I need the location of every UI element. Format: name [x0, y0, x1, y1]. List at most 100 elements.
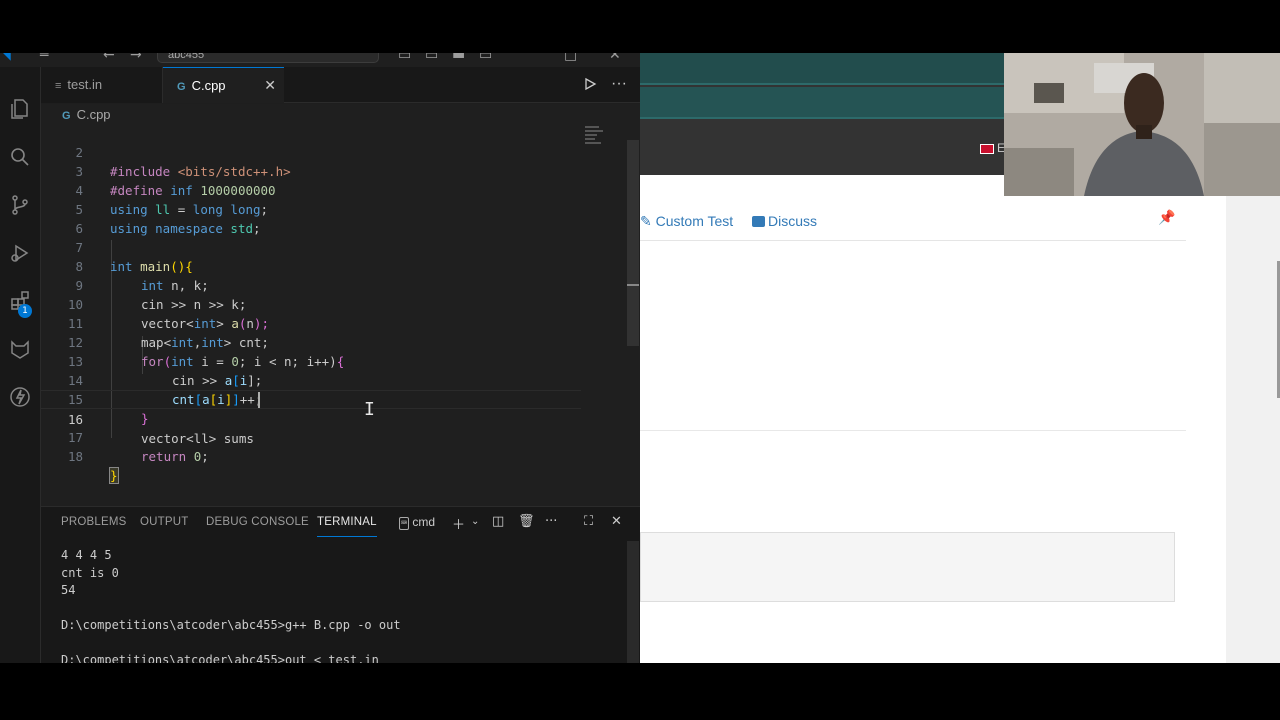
- cpp-file-icon: G: [62, 110, 71, 122]
- nav-label: Discuss: [768, 213, 818, 229]
- minimap[interactable]: [585, 126, 625, 152]
- code-line: 5 using namespace std;: [41, 181, 581, 236]
- chevron-down-icon[interactable]: ⌄: [471, 516, 479, 527]
- code-line: 8 int n, k;: [41, 238, 581, 293]
- code-line: 4 using ll = long long;: [41, 162, 581, 217]
- divider: [640, 240, 1186, 241]
- wrench-icon: ✎: [640, 213, 652, 229]
- lightning-icon[interactable]: [4, 381, 36, 413]
- tab-c-cpp[interactable]: G C.cpp ✕: [163, 67, 284, 103]
- nav-discuss[interactable]: Discuss: [752, 213, 817, 229]
- maximize-window-icon[interactable]: □: [564, 53, 577, 63]
- terminal-scrollbar[interactable]: [627, 541, 639, 663]
- forward-arrow-icon[interactable]: →: [130, 53, 142, 63]
- close-panel-icon[interactable]: ✕: [611, 514, 622, 529]
- run-file-icon[interactable]: [583, 77, 597, 91]
- webcam-overlay: [1004, 53, 1280, 196]
- nav-custom-test[interactable]: ✎ Custom Test: [640, 213, 733, 230]
- terminal-selector[interactable]: ⌨ cmd: [399, 507, 435, 537]
- terminal-name: cmd: [412, 515, 436, 529]
- more-actions-icon[interactable]: ···: [545, 514, 557, 529]
- scrollbar-cursor-mark: [627, 284, 639, 286]
- code-line: 9 cin >> n >> k;: [41, 257, 581, 312]
- editor-tabs: ≡ test.in G C.cpp ✕ ···: [41, 67, 640, 103]
- code-line: 15 }: [41, 371, 581, 426]
- code-line: 10 vector<int> a(n);: [41, 276, 581, 331]
- terminal-icon: ⌨: [399, 517, 410, 530]
- run-debug-icon[interactable]: [4, 237, 36, 269]
- page-gutter: [1226, 196, 1280, 663]
- code-line: 11 map<int,int> cnt;: [41, 295, 581, 350]
- terminal-line: 4 4 4 5: [61, 548, 112, 562]
- vscode-window: ◥ ═ ← → abc455 ▭ ▭ ▬ ▭ □ ✕ 1 ≡ test.in G…: [0, 53, 640, 663]
- menu-icon[interactable]: ═: [40, 53, 48, 63]
- close-window-icon[interactable]: ✕: [609, 53, 621, 63]
- tab-label: C.cpp: [191, 78, 226, 93]
- trash-icon[interactable]: 🗑: [518, 514, 535, 529]
- tab-output[interactable]: OUTPUT: [140, 507, 188, 537]
- title-bar: ◥ ═ ← → abc455 ▭ ▭ ▬ ▭ □ ✕: [0, 53, 640, 67]
- tab-terminal[interactable]: TERMINAL: [317, 507, 377, 537]
- terminal-line: D:\competitions\atcoder\abc455>out < tes…: [61, 653, 379, 663]
- code-editor[interactable]: 2 #include <bits/stdc++.h> 3 #define inf…: [41, 126, 640, 506]
- split-terminal-icon[interactable]: ◫: [492, 514, 504, 529]
- layout-secondary-icon[interactable]: ▬: [452, 53, 465, 63]
- divider: [640, 430, 1186, 431]
- header-divider: [640, 83, 1004, 85]
- command-center-search[interactable]: abc455: [157, 53, 379, 63]
- tab-test-in[interactable]: ≡ test.in: [41, 67, 163, 103]
- search-icon[interactable]: [4, 141, 36, 173]
- header-band: [640, 87, 1004, 117]
- layout-sidebar-icon[interactable]: ▭: [425, 53, 438, 63]
- breadcrumb[interactable]: G C.cpp: [41, 104, 640, 126]
- bottom-panel: PROBLEMS OUTPUT DEBUG CONSOLE TERMINAL ⌨…: [41, 506, 640, 663]
- editor-scrollbar[interactable]: [627, 140, 639, 346]
- tab-debug-console[interactable]: DEBUG CONSOLE: [206, 507, 309, 537]
- customize-layout-icon[interactable]: ▭: [479, 53, 492, 63]
- breadcrumb-file: C.cpp: [76, 107, 111, 122]
- line-number: 18: [67, 449, 83, 464]
- code-line: 7 int main(){: [41, 219, 581, 274]
- code-line: 2 #include <bits/stdc++.h>: [41, 126, 581, 179]
- terminal-line: cnt is 0: [61, 565, 119, 580]
- code-line: 6: [41, 200, 581, 236]
- github-copilot-icon[interactable]: [4, 333, 36, 365]
- activity-bar: 1: [0, 67, 41, 663]
- cpp-file-icon: G: [177, 81, 186, 93]
- new-terminal-icon[interactable]: ＋: [452, 514, 465, 533]
- text-cursor: [258, 392, 260, 408]
- comment-icon: [752, 216, 765, 227]
- maximize-panel-icon[interactable]: ⛶: [584, 514, 593, 529]
- code-token: ;: [201, 449, 209, 464]
- extensions-badge: 1: [18, 304, 32, 318]
- code-token: }: [109, 467, 119, 484]
- uk-flag-icon[interactable]: [980, 144, 994, 154]
- terminal-line: 54: [61, 583, 76, 597]
- tab-problems[interactable]: PROBLEMS: [61, 507, 127, 537]
- code-token: return: [141, 449, 194, 464]
- code-line: 17 return 0;: [41, 409, 581, 464]
- more-actions-icon[interactable]: ···: [611, 67, 627, 101]
- file-lines-icon: ≡: [55, 80, 62, 92]
- source-control-icon[interactable]: [4, 189, 36, 221]
- header-band: [640, 53, 1004, 83]
- code-line-active: 16 vector<ll> sums: [41, 390, 581, 446]
- terminal-line: D:\competitions\atcoder\abc455>g++ B.cpp…: [61, 618, 401, 632]
- mouse-ibeam-cursor-icon: I: [364, 399, 375, 420]
- vscode-logo-icon: ◥: [0, 53, 11, 63]
- nav-label: Custom Test: [655, 213, 734, 229]
- content-box: [640, 532, 1175, 602]
- close-tab-icon[interactable]: ✕: [264, 68, 276, 104]
- pin-icon[interactable]: 📌: [1158, 210, 1175, 226]
- back-arrow-icon[interactable]: ←: [103, 53, 115, 63]
- terminal-output[interactable]: 4 4 4 5 cnt is 0 54 D:\competitions\atco…: [61, 547, 621, 663]
- code-line: 18 }: [41, 428, 581, 484]
- code-line: 3 #define inf 1000000000: [41, 143, 581, 198]
- layout-panel-icon[interactable]: ▭: [398, 53, 411, 63]
- explorer-files-icon[interactable]: [4, 93, 36, 125]
- code-line: 14 cnt[a[i]]++;: [41, 352, 581, 407]
- webcam-person-image: [1004, 53, 1280, 196]
- header-divider: [640, 117, 1004, 119]
